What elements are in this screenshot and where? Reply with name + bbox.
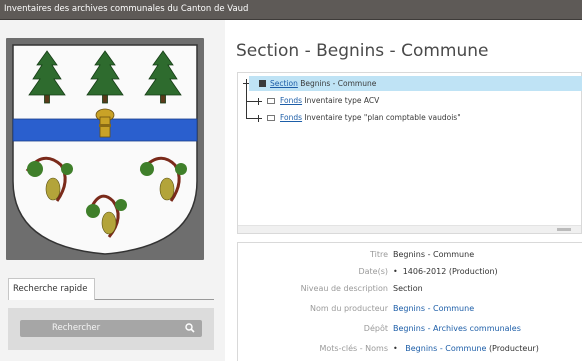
detail-label: Date(s)	[358, 267, 388, 276]
tree-node-fonds-1[interactable]: Fonds Inventaire type ACV	[280, 96, 379, 105]
tree-node-root[interactable]: Section Begnins - Commune	[270, 79, 376, 88]
detail-row-depot: Dépôt Begnins - Archives communales	[238, 322, 582, 339]
tree-node-root-label: Begnins - Commune	[300, 79, 377, 88]
node-expanded-icon[interactable]	[259, 80, 266, 87]
page-title: Section - Begnins - Commune	[236, 41, 489, 61]
tree-connector	[258, 115, 259, 122]
detail-label: Mots-clés - Noms	[319, 344, 388, 353]
search-button-label: Rechercher	[52, 323, 101, 333]
scrollbar-thumb[interactable]	[557, 228, 571, 231]
detail-row-dates: Date(s) 1406-2012 (Production)	[238, 265, 582, 282]
folder-icon	[267, 115, 275, 121]
detail-value: 1406-2012 (Production)	[393, 267, 498, 276]
tree-node-root-type[interactable]: Section	[270, 79, 298, 88]
search-button[interactable]: Rechercher	[20, 320, 202, 337]
tree-connector	[246, 101, 262, 102]
keyword-role: (Producteur)	[488, 344, 539, 353]
tree-node-fonds-1-label: Inventaire type ACV	[304, 96, 380, 105]
detail-value: Begnins - Commune (Producteur)	[393, 344, 539, 353]
tree-connector	[258, 98, 259, 105]
hierarchy-tree: Section Begnins - Commune Fonds Inventai…	[237, 72, 582, 234]
keyword-link[interactable]: Begnins - Commune	[405, 344, 486, 353]
detail-label: Nom du producteur	[310, 304, 388, 313]
detail-row-titre: Titre Begnins - Commune	[238, 248, 582, 265]
depot-link[interactable]: Begnins - Archives communales	[393, 324, 521, 333]
detail-row-niveau: Niveau de description Section	[238, 282, 582, 299]
tree-node-fonds-1-type[interactable]: Fonds	[280, 96, 302, 105]
tree-node-fonds-2-label: Inventaire type "plan comptable vaudois"	[304, 113, 461, 122]
folder-icon	[267, 98, 275, 104]
detail-label: Titre	[369, 250, 388, 259]
search-tabs: Recherche rapide	[8, 278, 214, 300]
horizontal-scrollbar[interactable]	[238, 225, 581, 233]
detail-value: Begnins - Commune	[393, 250, 475, 259]
top-bar: Inventaires des archives communales du C…	[0, 0, 582, 20]
details-panel: Titre Begnins - Commune Date(s) 1406-201…	[237, 242, 582, 361]
detail-row-mots-cles: Mots-clés - Noms Begnins - Commune (Prod…	[238, 342, 582, 359]
search-icon	[185, 323, 195, 333]
tree-connector	[246, 118, 262, 119]
coat-of-arms-image	[6, 38, 204, 260]
tree-node-fonds-2-type[interactable]: Fonds	[280, 113, 302, 122]
search-panel: Rechercher	[8, 308, 214, 350]
tab-recherche-rapide[interactable]: Recherche rapide	[8, 278, 95, 300]
site-title[interactable]: Inventaires des archives communales du C…	[4, 4, 248, 14]
detail-label: Niveau de description	[300, 284, 388, 293]
tree-node-fonds-2[interactable]: Fonds Inventaire type "plan comptable va…	[280, 113, 461, 122]
detail-label: Dépôt	[363, 324, 388, 333]
coat-of-arms-icon	[12, 44, 198, 255]
detail-value: Section	[393, 284, 423, 293]
detail-row-producteur: Nom du producteur Begnins - Commune	[238, 302, 582, 319]
producer-link[interactable]: Begnins - Commune	[393, 304, 474, 313]
tree-connector	[246, 79, 247, 119]
sidebar: Recherche rapide Rechercher	[0, 20, 225, 361]
